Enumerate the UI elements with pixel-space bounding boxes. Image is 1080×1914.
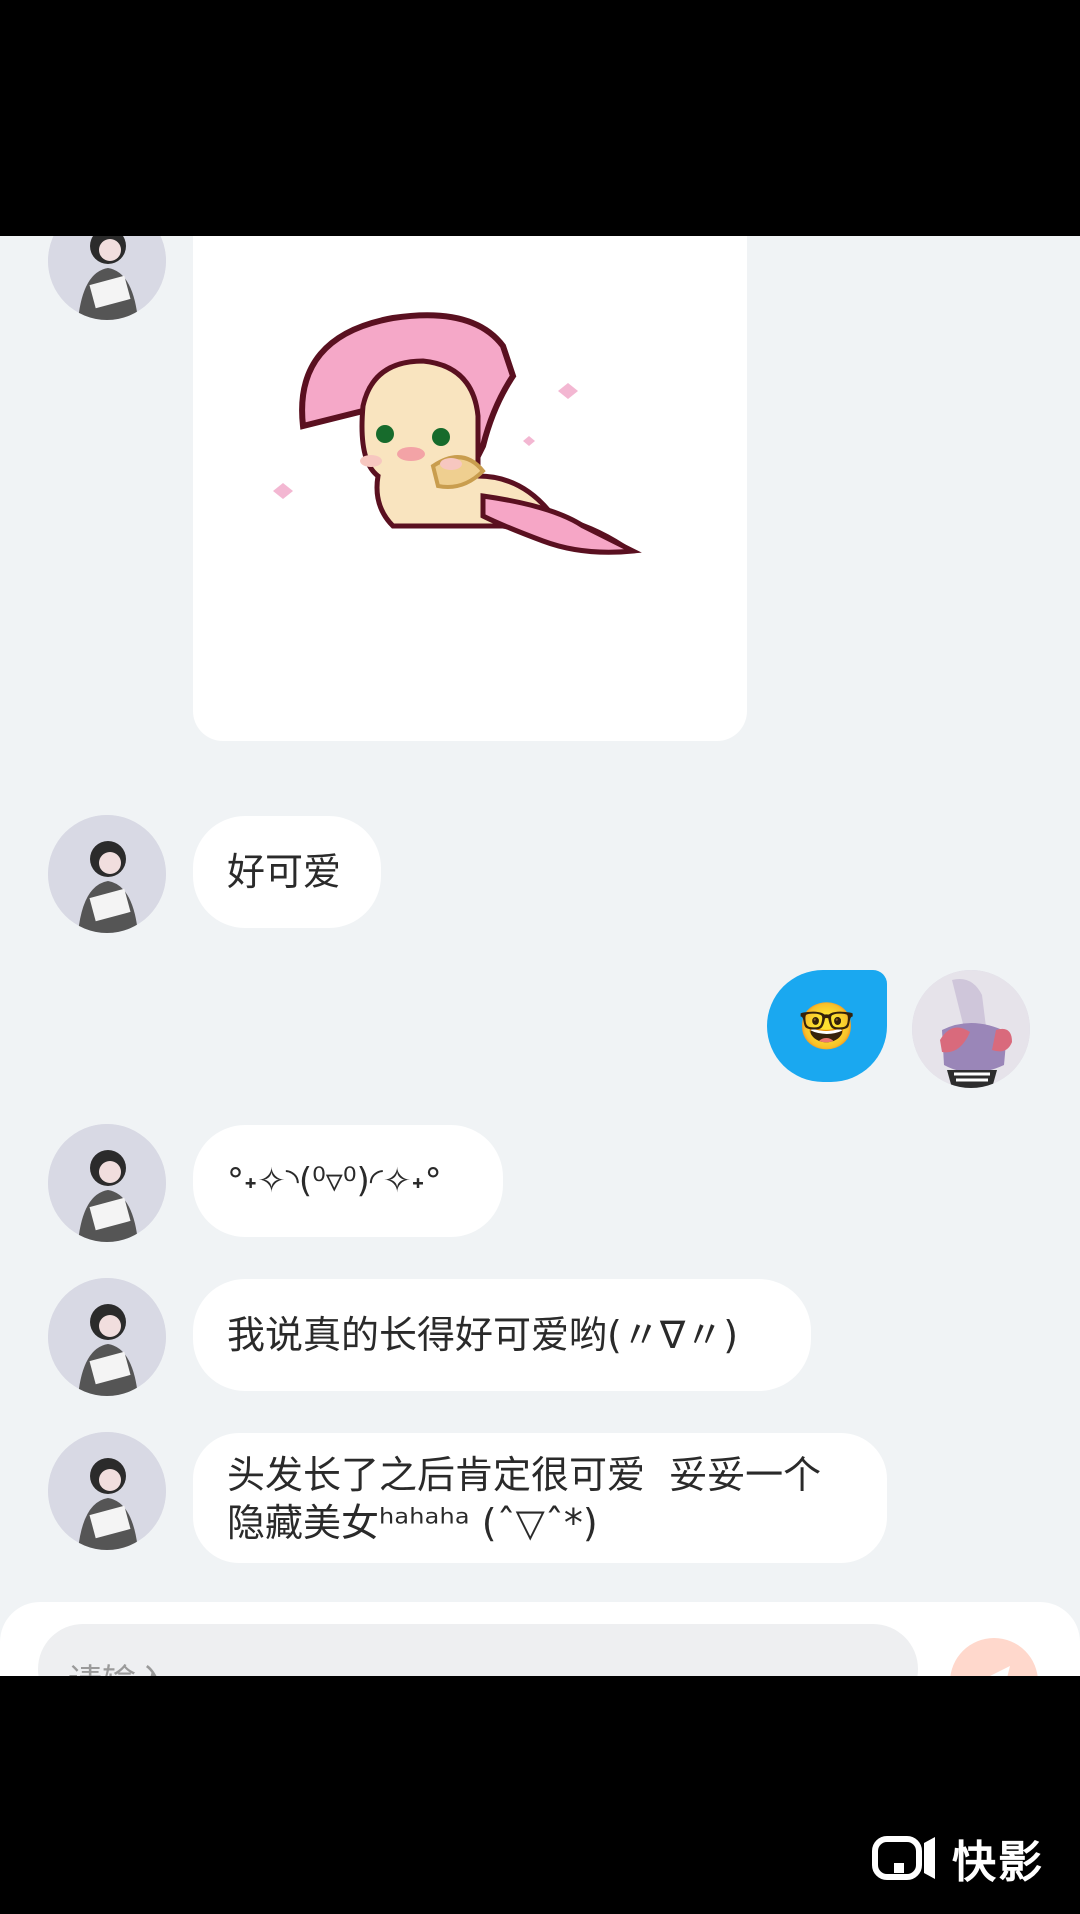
sticker-message[interactable] xyxy=(193,236,747,741)
contact-avatar[interactable] xyxy=(48,1124,166,1242)
camera-logo-icon xyxy=(872,1836,935,1880)
nerd-face-emoji: 🤓 xyxy=(798,999,856,1053)
message-text: °˖✧◝(⁰▿⁰)◜✧˖° xyxy=(227,1161,442,1201)
send-icon xyxy=(990,1666,1010,1676)
message-bubble[interactable]: 我说真的长得好可爱哟(〃∇〃) xyxy=(193,1279,811,1391)
watermark-brand: 快影 xyxy=(952,1837,1044,1888)
chat-screen: 好可爱 🤓 °˖✧◝(⁰▿⁰)◜✧˖° 我说真的长得好可爱哟(〃∇〃) 头发长了… xyxy=(0,236,1080,1676)
message-input-placeholder: 请输入 xyxy=(68,1654,170,1676)
contact-avatar[interactable] xyxy=(48,815,166,933)
contact-avatar[interactable] xyxy=(48,1432,166,1550)
message-bubble[interactable]: 头发长了之后肯定很可爱 妥妥一个 隐藏美女ʰᵃʰᵃʰᵃ (ˆ▽ˆ*) xyxy=(193,1433,887,1563)
send-button[interactable] xyxy=(950,1638,1038,1676)
message-text: 我说真的长得好可爱哟(〃∇〃) xyxy=(227,1313,739,1357)
contact-avatar[interactable] xyxy=(48,1278,166,1396)
my-avatar[interactable] xyxy=(912,970,1030,1088)
pink-pony-sticker xyxy=(273,312,642,555)
message-text: 头发长了之后肯定很可爱 妥妥一个 隐藏美女ʰᵃʰᵃʰᵃ (ˆ▽ˆ*) xyxy=(227,1453,822,1545)
message-bubble[interactable]: 好可爱 xyxy=(193,816,381,928)
message-input[interactable]: 请输入 xyxy=(38,1624,918,1676)
contact-avatar[interactable] xyxy=(48,236,166,320)
my-emoji-bubble[interactable]: 🤓 xyxy=(767,970,887,1082)
composer-bar: 请输入 xyxy=(0,1602,1080,1676)
message-text: 好可爱 xyxy=(227,850,342,894)
watermark: 快影 xyxy=(872,1828,1044,1888)
message-bubble[interactable]: °˖✧◝(⁰▿⁰)◜✧˖° xyxy=(193,1125,503,1237)
